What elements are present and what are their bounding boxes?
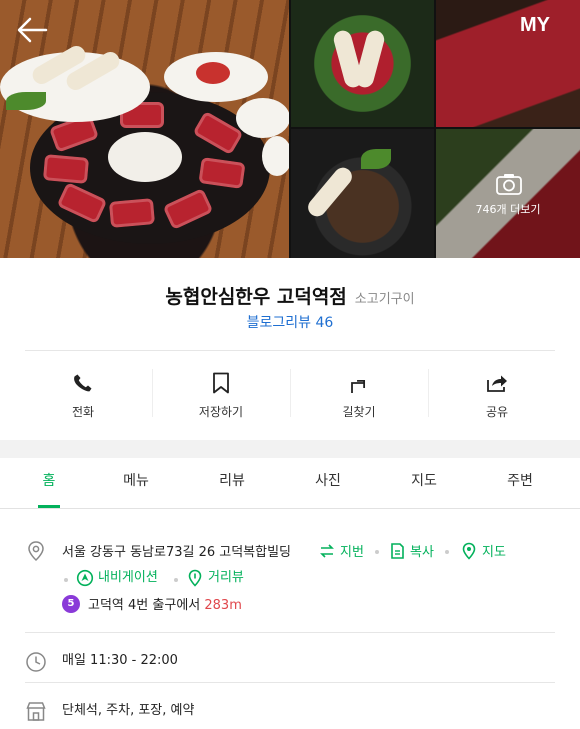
kimchi-image: [196, 62, 230, 84]
photo-thumbnail[interactable]: [291, 0, 434, 127]
pepper-image: [6, 92, 46, 110]
separator-dot: [64, 578, 68, 582]
copy-address-link[interactable]: 복사: [410, 541, 434, 560]
greens-image: [361, 149, 391, 169]
street-view-link[interactable]: 거리뷰: [208, 566, 244, 585]
store-icon: [26, 702, 46, 721]
swap-arrows-icon: [320, 544, 334, 558]
tab-menu[interactable]: 메뉴: [88, 470, 184, 490]
sauce-bowl-image: [262, 136, 289, 176]
beef-slice-image: [108, 198, 156, 228]
back-button[interactable]: [12, 10, 52, 50]
arrow-left-icon: [17, 17, 48, 43]
tab-map[interactable]: 지도: [376, 470, 472, 490]
directions-label: 길찾기: [342, 405, 376, 419]
navigation-link[interactable]: 내비게이션: [98, 566, 158, 585]
subway-distance: 283m: [204, 598, 242, 613]
phone-icon: [74, 374, 92, 392]
action-bar: 전화 저장하기 길찾기 공유: [14, 351, 566, 439]
blog-review-link[interactable]: 블로그리뷰 46: [0, 312, 580, 332]
divider: [25, 682, 555, 683]
active-tab-indicator: [38, 505, 60, 508]
location-pin-icon: [28, 541, 44, 562]
divider: [25, 632, 555, 633]
rice-mound-image: [108, 132, 182, 182]
mushroom-image: [304, 163, 356, 221]
directions-icon: [351, 379, 366, 393]
subway-info: 고덕역 4번 출구에서 283m: [88, 594, 242, 613]
address-text[interactable]: 서울 강동구 동남로73길 26 고덕복합빌딩: [62, 541, 291, 560]
share-icon: [487, 375, 507, 392]
share-button[interactable]: 공유: [428, 351, 566, 439]
mushroom-image: [353, 28, 387, 90]
map-link[interactable]: 지도: [482, 541, 506, 560]
tab-bar: 홈 메뉴 리뷰 사진 지도 주변: [0, 458, 580, 509]
beef-slice-image: [42, 154, 90, 184]
lot-number-link[interactable]: 지번: [340, 541, 364, 560]
subway-station: 고덕역: [88, 598, 124, 613]
call-label: 전화: [71, 405, 95, 419]
copy-icon: [391, 543, 404, 559]
navigation-icon: [76, 569, 94, 587]
place-category: 소고기구이: [354, 292, 415, 307]
photo-thumbnail[interactable]: [291, 129, 434, 258]
street-view-icon: [188, 569, 202, 587]
map-pin-icon: [462, 542, 476, 560]
sauce-bowl-image: [236, 98, 289, 138]
more-photos-label: 746개 더보기: [475, 203, 541, 216]
more-photos-button[interactable]: 746개 더보기: [436, 129, 580, 258]
save-button[interactable]: 저장하기: [152, 351, 290, 439]
bookmark-icon: [213, 372, 229, 394]
facilities-text: 단체석, 주차, 포장, 예약: [62, 703, 195, 718]
place-title-row: 농협안심한우 고덕역점 소고기구이: [0, 282, 580, 309]
subway-exit: 4번 출구에서: [128, 598, 201, 613]
separator-dot: [174, 578, 178, 582]
subway-line-badge: 5: [62, 595, 80, 613]
blog-review-count: 46: [315, 315, 334, 331]
separator-dot: [445, 550, 449, 554]
directions-button[interactable]: 길찾기: [290, 351, 428, 439]
separator-dot: [375, 550, 379, 554]
save-label: 저장하기: [198, 405, 244, 419]
business-hours[interactable]: 매일 11:30 - 22:00: [62, 649, 178, 668]
share-label: 공유: [485, 405, 509, 419]
tab-reviews[interactable]: 리뷰: [184, 470, 280, 490]
my-button[interactable]: MY: [520, 14, 550, 37]
tab-photos[interactable]: 사진: [280, 470, 376, 490]
blog-review-label: 블로그리뷰: [246, 315, 312, 331]
tab-nearby[interactable]: 주변: [472, 470, 568, 490]
photo-gallery: MY 746개 더보기: [0, 0, 580, 258]
camera-icon: [496, 174, 522, 195]
section-separator: [0, 440, 580, 458]
clock-icon: [26, 652, 46, 672]
call-button[interactable]: 전화: [14, 351, 152, 439]
place-name: 농협안심한우 고덕역점: [165, 286, 347, 308]
tab-home[interactable]: 홈: [1, 470, 97, 490]
photo-thumbnail[interactable]: [436, 0, 580, 127]
